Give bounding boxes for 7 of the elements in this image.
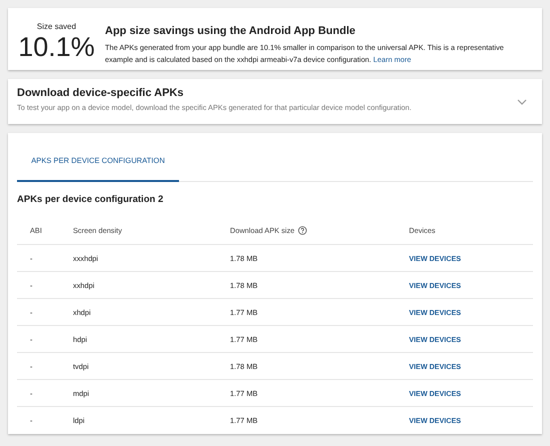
table-title: APKs per device configuration 2 [17,194,164,205]
download-title: Download device-specific APKs [17,87,184,99]
size-saved-label: Size saved [36,22,76,31]
help-icon[interactable] [298,226,306,235]
summary-title: App size savings using the Android App Bundle [105,25,356,37]
chevron-icon[interactable] [517,99,527,105]
size-saved-value: 10.1% [18,31,95,63]
